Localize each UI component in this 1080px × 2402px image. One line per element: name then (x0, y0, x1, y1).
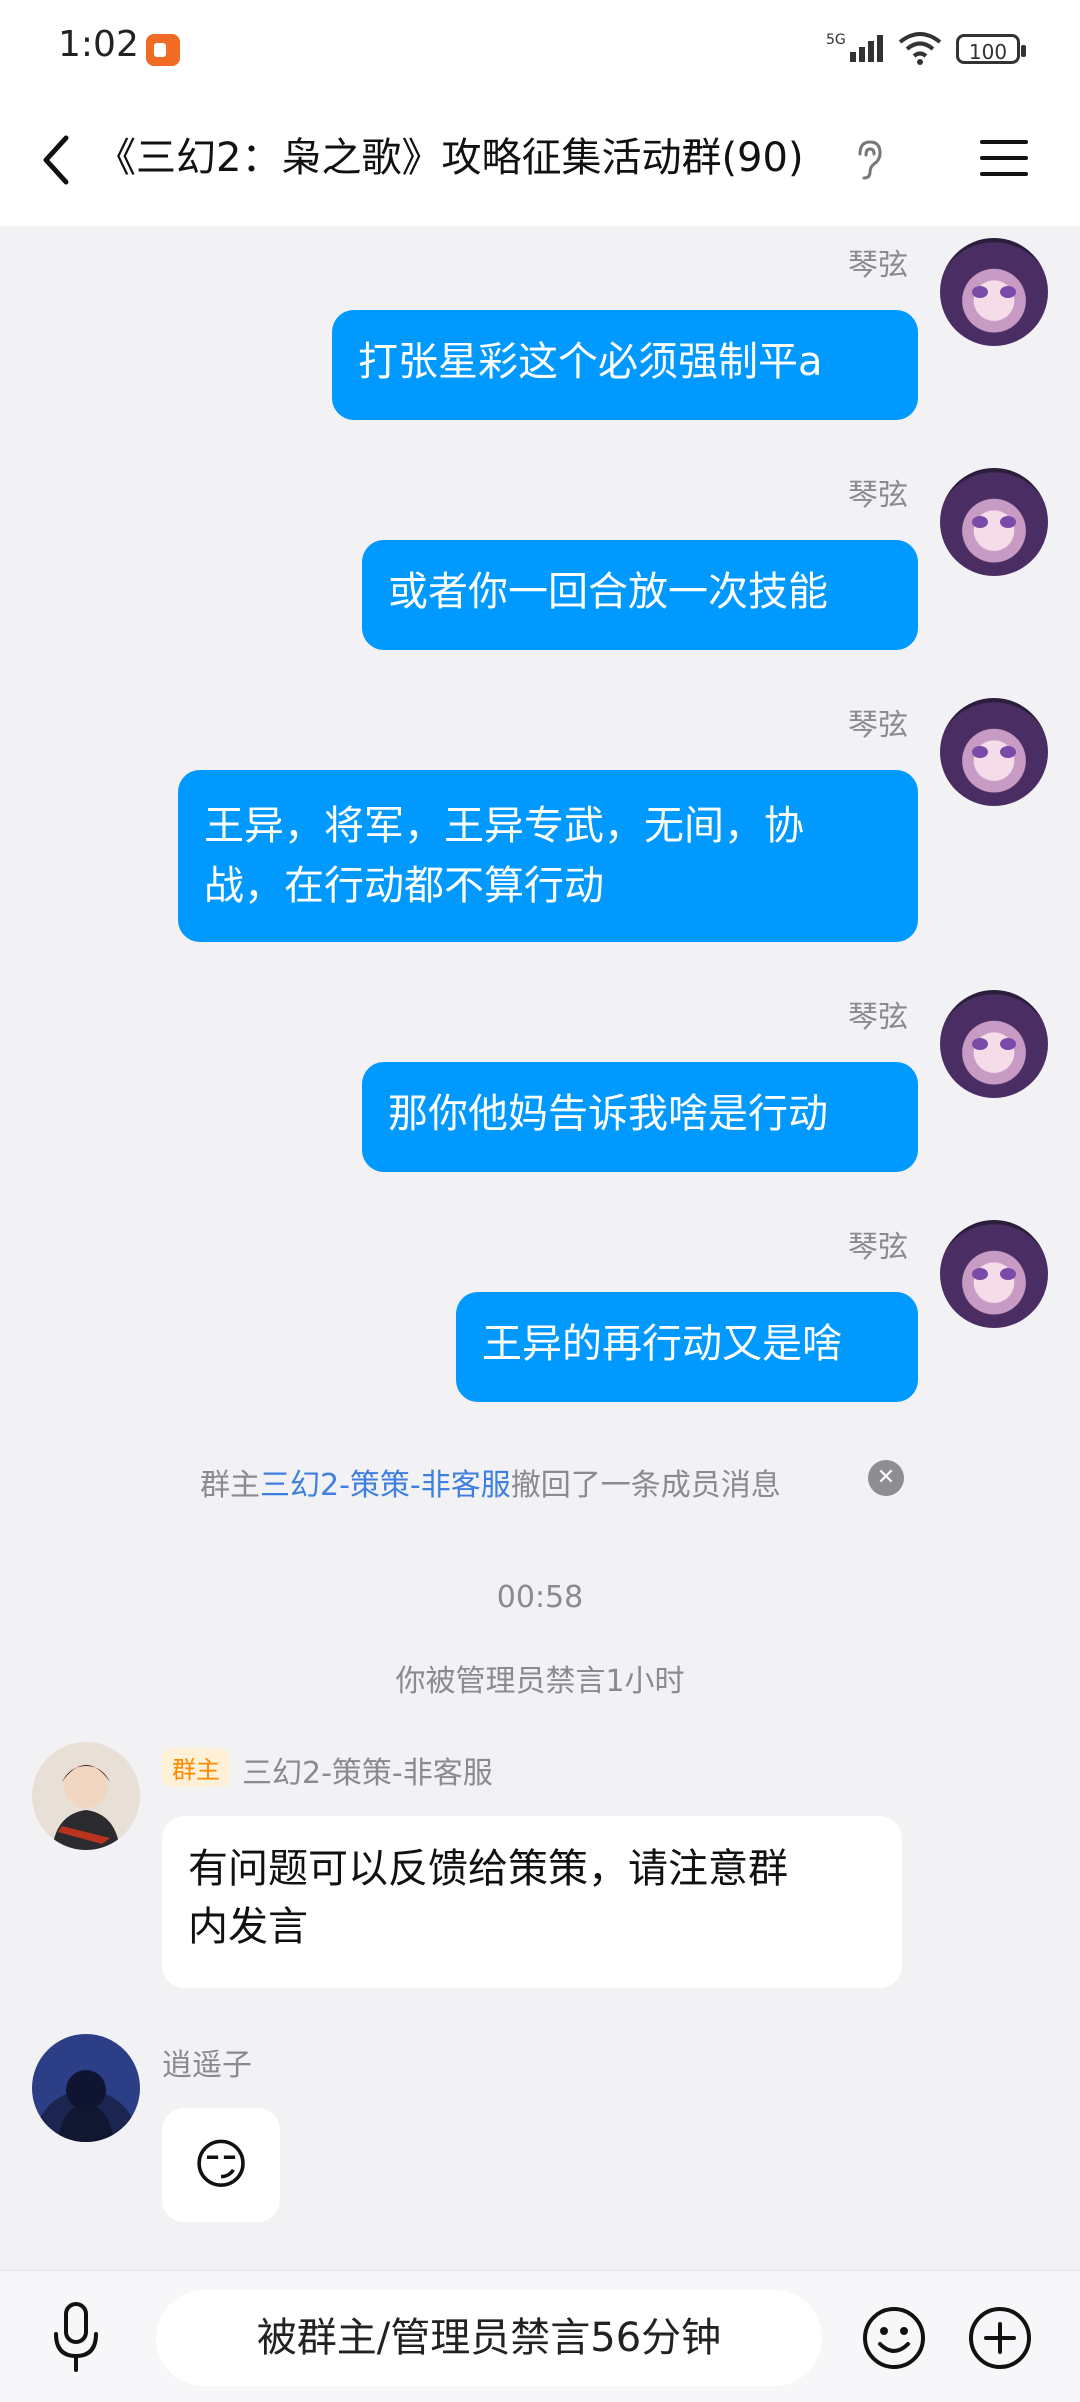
recall-admin-link[interactable]: 三幻2-策策-非客服 (260, 1468, 511, 1503)
message-bubble[interactable]: 王异的再行动又是啥 (456, 1292, 918, 1402)
status-time: 1:02 (58, 24, 139, 65)
avatar[interactable] (32, 1742, 140, 1850)
message-bubble[interactable]: 王异，将军，王异专武，无间，协 战，在行动都不算行动 (178, 770, 918, 942)
plus-icon[interactable] (966, 2304, 1034, 2372)
message-line: 有问题可以反馈给策策，请注意群 (188, 1846, 788, 1892)
message-sender: 逍遥子 (162, 2048, 252, 2083)
avatar[interactable] (940, 468, 1048, 576)
message-sender: 琴弦 (848, 248, 908, 283)
message-line: 内发言 (188, 1904, 308, 1950)
wifi-icon (898, 32, 942, 65)
network-label: 5G (826, 32, 846, 48)
back-icon[interactable] (34, 128, 78, 192)
owner-badge: 群主 (162, 1748, 230, 1787)
screen-record-icon (146, 34, 180, 66)
message-bubble[interactable]: 有问题可以反馈给策策，请注意群 内发言 (162, 1816, 902, 1988)
avatar[interactable] (32, 2034, 140, 2142)
avatar[interactable] (940, 238, 1048, 346)
message-line: 王异，将军，王异专武，无间，协 (204, 803, 804, 849)
recall-suffix: 撤回了一条成员消息 (510, 1468, 781, 1503)
close-icon[interactable]: ✕ (868, 1460, 904, 1496)
ear-icon[interactable] (852, 138, 886, 182)
message-bubble[interactable]: 那你他妈告诉我啥是行动 (362, 1062, 918, 1172)
avatar[interactable] (940, 990, 1048, 1098)
emoji-icon[interactable] (860, 2304, 928, 2372)
message-sender: 琴弦 (848, 708, 908, 743)
recall-prefix: 群主 (200, 1468, 260, 1503)
menu-icon[interactable] (978, 134, 1030, 182)
battery-indicator: 100 (956, 34, 1026, 64)
message-sender: 三幻2-策策-非客服 (242, 1756, 493, 1791)
message-bubble[interactable]: 或者你一回合放一次技能 (362, 540, 918, 650)
message-bubble[interactable]: 打张星彩这个必须强制平a (332, 310, 918, 420)
avatar[interactable] (940, 698, 1048, 806)
muted-input-field: 被群主/管理员禁言56分钟 (156, 2290, 822, 2386)
mute-notice: 你被管理员禁言1小时 (395, 1664, 685, 1699)
recall-notice: 群主三幻2-策策-非客服撤回了一条成员消息 (200, 1460, 781, 1504)
page-title[interactable]: 《三幻2：枭之歌》攻略征集活动群(90) (96, 130, 804, 186)
message-sender: 琴弦 (848, 1230, 908, 1265)
avatar[interactable] (940, 1220, 1048, 1328)
microphone-icon[interactable] (48, 2298, 104, 2378)
timestamp: 00:58 (496, 1580, 584, 1615)
emoji-message[interactable]: 😏 (162, 2108, 280, 2222)
message-sender: 琴弦 (848, 478, 908, 513)
message-sender: 琴弦 (848, 1000, 908, 1035)
signal-icon: 5G (826, 32, 883, 62)
message-line: 战，在行动都不算行动 (204, 863, 604, 909)
